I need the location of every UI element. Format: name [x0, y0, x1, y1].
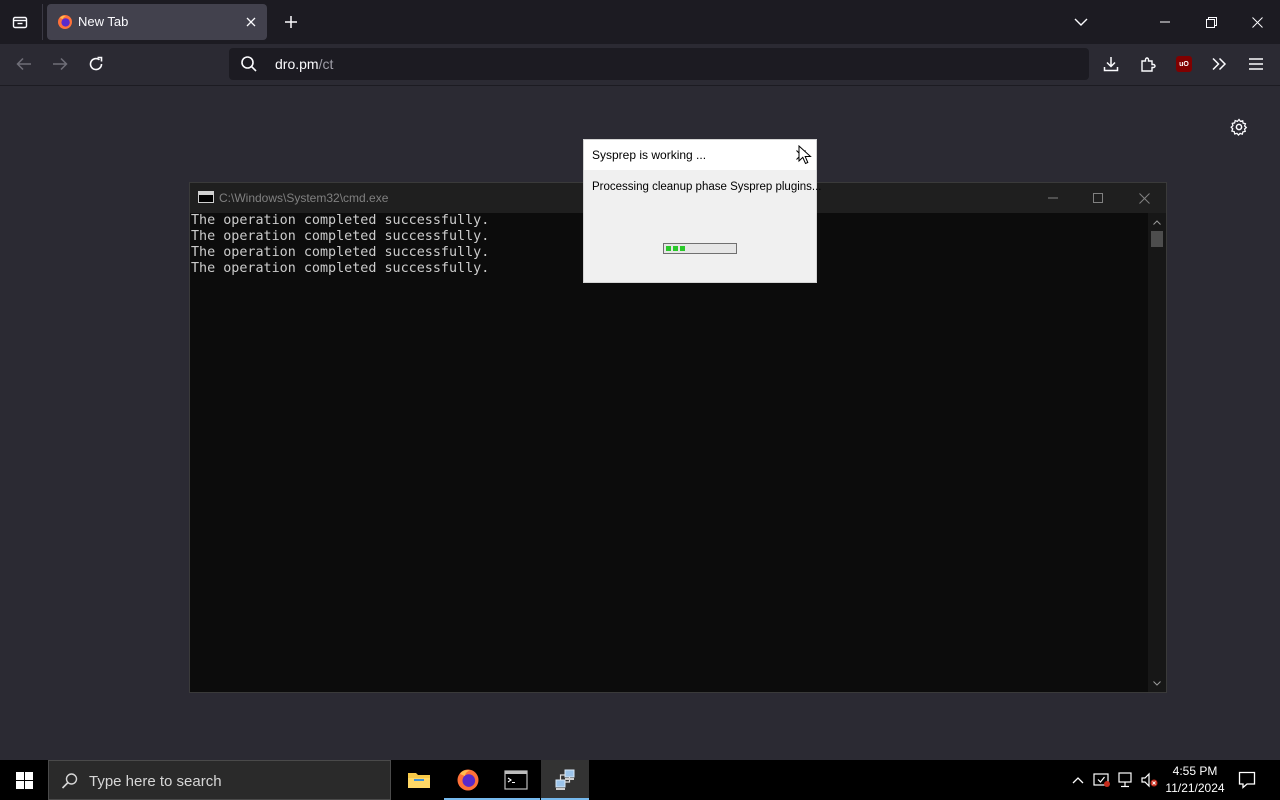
notification-icon[interactable]	[1232, 768, 1262, 792]
browser-tab-bar: New Tab	[0, 0, 1280, 44]
windows-taskbar: Type here to search 4:55 PM 11/21/2024	[0, 760, 1280, 800]
back-arrow-icon[interactable]	[9, 50, 39, 78]
cmd-maximize-icon[interactable]	[1075, 183, 1121, 213]
tab-title: New Tab	[78, 14, 129, 29]
ublock-badge: uO	[1176, 56, 1192, 72]
tab-close-icon[interactable]	[241, 12, 261, 32]
windows-start-icon[interactable]	[0, 760, 48, 800]
reload-icon[interactable]	[81, 50, 111, 78]
firefox-icon	[57, 14, 73, 30]
double-chevron-icon[interactable]	[1204, 50, 1234, 78]
extensions-icon[interactable]	[1133, 50, 1163, 78]
progress-segment	[673, 246, 678, 251]
taskbar-clock[interactable]: 4:55 PM 11/21/2024	[1160, 763, 1230, 797]
url-text[interactable]: dro.pm/ct	[275, 56, 333, 72]
scrollbar-thumb[interactable]	[1151, 231, 1163, 247]
url-path: /ct	[318, 56, 334, 72]
tab-list-icon[interactable]	[6, 8, 34, 36]
mouse-cursor-icon	[798, 145, 812, 165]
cmd-window-title: C:\Windows\System32\cmd.exe	[219, 191, 389, 205]
chevron-down-icon[interactable]	[1058, 0, 1104, 44]
firefox-icon[interactable]	[444, 760, 492, 800]
search-icon	[240, 55, 258, 73]
forward-arrow-icon[interactable]	[45, 50, 75, 78]
sysprep-icon[interactable]	[541, 760, 589, 800]
security-icon[interactable]	[1092, 770, 1112, 790]
clock-date: 11/21/2024	[1165, 781, 1225, 795]
tab-new-tab[interactable]: New Tab	[47, 4, 267, 40]
cmd-minimize-icon[interactable]	[1030, 183, 1076, 213]
plus-icon[interactable]	[277, 8, 305, 36]
sysprep-dialog: Sysprep is working ... Processing cleanu…	[583, 139, 822, 283]
close-window-icon[interactable]	[1234, 0, 1280, 44]
command-prompt-icon[interactable]	[492, 760, 540, 800]
show-hidden-icons-chevron[interactable]	[1068, 770, 1088, 790]
browser-nav-bar: dro.pm/ct uO	[0, 44, 1280, 86]
sysprep-status-message: Processing cleanup phase Sysprep plugins…	[592, 181, 822, 193]
command-prompt-icon	[198, 191, 214, 203]
cmd-close-icon[interactable]	[1121, 183, 1167, 213]
sysprep-title: Sysprep is working ...	[592, 148, 707, 162]
hamburger-menu-icon[interactable]	[1241, 50, 1271, 78]
cmd-scrollbar[interactable]	[1148, 213, 1166, 692]
sysprep-title-bar[interactable]: Sysprep is working ...	[584, 140, 816, 170]
url-host: dro.pm	[275, 56, 319, 72]
search-icon	[61, 772, 79, 790]
cmd-console-output[interactable]: The operation completed successfully. Th…	[190, 213, 1148, 692]
clock-time: 4:55 PM	[1172, 764, 1218, 778]
taskbar-search-box[interactable]: Type here to search	[48, 760, 391, 800]
minimize-icon[interactable]	[1142, 0, 1188, 44]
scroll-down-arrow-icon[interactable]	[1151, 677, 1163, 689]
download-icon[interactable]	[1096, 50, 1126, 78]
tab-separator	[42, 4, 43, 40]
network-icon[interactable]	[1116, 770, 1136, 790]
search-placeholder: Type here to search	[89, 773, 222, 790]
ublock-origin-icon[interactable]: uO	[1169, 50, 1199, 78]
url-bar[interactable]: dro.pm/ct	[229, 48, 1089, 80]
progress-fill	[666, 246, 685, 251]
restore-icon[interactable]	[1188, 0, 1234, 44]
progress-segment	[666, 246, 671, 251]
file-explorer-icon[interactable]	[395, 760, 443, 800]
sysprep-progress-bar	[663, 243, 737, 254]
progress-segment	[680, 246, 685, 251]
scroll-up-arrow-icon[interactable]	[1151, 216, 1163, 228]
gear-icon[interactable]	[1226, 114, 1252, 140]
volume-muted-icon[interactable]	[1140, 770, 1160, 790]
